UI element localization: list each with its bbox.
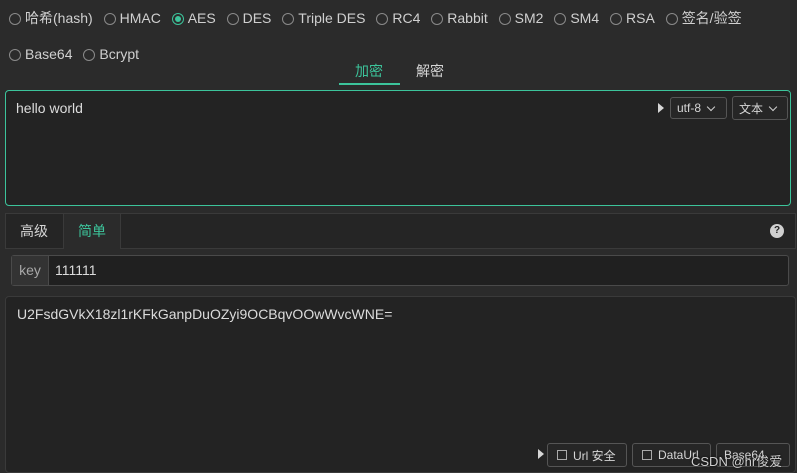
checkbox[interactable]: [642, 450, 652, 460]
algo-option-aes[interactable]: AES: [171, 9, 216, 28]
radio-button-checked[interactable]: [171, 12, 184, 25]
key-input[interactable]: 111111: [55, 256, 97, 285]
radio-button[interactable]: [665, 12, 678, 25]
radio-button[interactable]: [610, 12, 622, 25]
algo-label: RSA: [626, 10, 655, 26]
radio-button[interactable]: [9, 48, 21, 61]
tab-encrypt[interactable]: 加密: [355, 61, 383, 81]
algo-option-rc4[interactable]: RC4: [376, 9, 420, 28]
radio-button[interactable]: [226, 12, 239, 25]
algo-label: SM4: [570, 10, 600, 26]
algo-label: HMAC: [119, 10, 161, 26]
algo-label: 签名/验签: [681, 10, 742, 26]
url-safe-label: Url 安全: [573, 448, 616, 463]
input-textarea[interactable]: hello world utf-8 文本: [5, 90, 791, 206]
encoding-select[interactable]: utf-8: [670, 97, 727, 119]
output-textarea[interactable]: U2FsdGVkX18zl1rKFkGanpDuOZyi9OCBqvOOwWvc…: [5, 296, 796, 473]
input-text: hello world: [16, 100, 83, 116]
algo-option-sm2[interactable]: SM2: [498, 9, 544, 28]
radio-button[interactable]: [9, 12, 21, 25]
checkbox[interactable]: [557, 450, 567, 460]
radio-button[interactable]: [83, 48, 96, 61]
radio-button[interactable]: [376, 12, 389, 25]
active-tab-indicator: [339, 83, 400, 85]
radio-button[interactable]: [554, 12, 567, 25]
tab-simple[interactable]: 简单: [63, 214, 121, 249]
radio-button[interactable]: [431, 12, 444, 25]
output-text: U2FsdGVkX18zl1rKFkGanpDuOZyi9OCBqvOOwWvc…: [17, 306, 393, 322]
algo-option-sm4[interactable]: SM4: [554, 9, 599, 28]
help-icon[interactable]: ?: [770, 224, 784, 238]
format-value: 文本: [739, 101, 764, 116]
encoding-value: utf-8: [677, 101, 702, 115]
tab-advanced[interactable]: 高级: [6, 214, 62, 249]
data-url-toggle[interactable]: DataUrl: [632, 443, 711, 467]
algo-option-hash[interactable]: 哈希(hash): [9, 9, 93, 28]
algo-label: 哈希(hash): [25, 10, 93, 26]
format-select[interactable]: 文本: [732, 96, 788, 120]
algo-label: AES: [187, 10, 216, 26]
caret-right-icon[interactable]: [538, 449, 544, 459]
output-format-select[interactable]: Base64: [716, 443, 790, 467]
url-safe-toggle[interactable]: Url 安全: [547, 443, 627, 467]
chevron-down-icon: [768, 102, 778, 111]
algo-option-triple-des[interactable]: Triple DES: [282, 9, 365, 28]
options-tab-bar: 高级 简单 ?: [5, 213, 796, 249]
caret-right-icon[interactable]: [658, 103, 664, 113]
radio-button[interactable]: [103, 12, 116, 25]
data-url-label: DataUrl: [658, 448, 699, 462]
algo-option-hmac[interactable]: HMAC: [103, 9, 161, 28]
tab-decrypt[interactable]: 解密: [416, 61, 444, 81]
algo-label: RC4: [392, 10, 421, 26]
algo-option-rabbit[interactable]: Rabbit: [431, 9, 488, 28]
algo-label: SM2: [514, 10, 544, 26]
radio-button[interactable]: [498, 12, 511, 25]
output-format-value: Base64: [724, 448, 765, 462]
chevron-down-icon: [706, 102, 716, 111]
key-field[interactable]: key 111111: [11, 255, 789, 286]
algo-option-sign-verify[interactable]: 签名/验签: [665, 9, 742, 28]
algo-option-des[interactable]: DES: [226, 9, 272, 28]
algo-label: Rabbit: [447, 10, 488, 26]
algo-label: DES: [242, 10, 272, 26]
algo-option-rsa[interactable]: RSA: [610, 9, 655, 28]
algo-label: Triple DES: [298, 10, 366, 26]
radio-button[interactable]: [282, 12, 295, 25]
mode-tabs: 加密 解密: [0, 61, 797, 85]
key-label: key: [12, 256, 49, 285]
